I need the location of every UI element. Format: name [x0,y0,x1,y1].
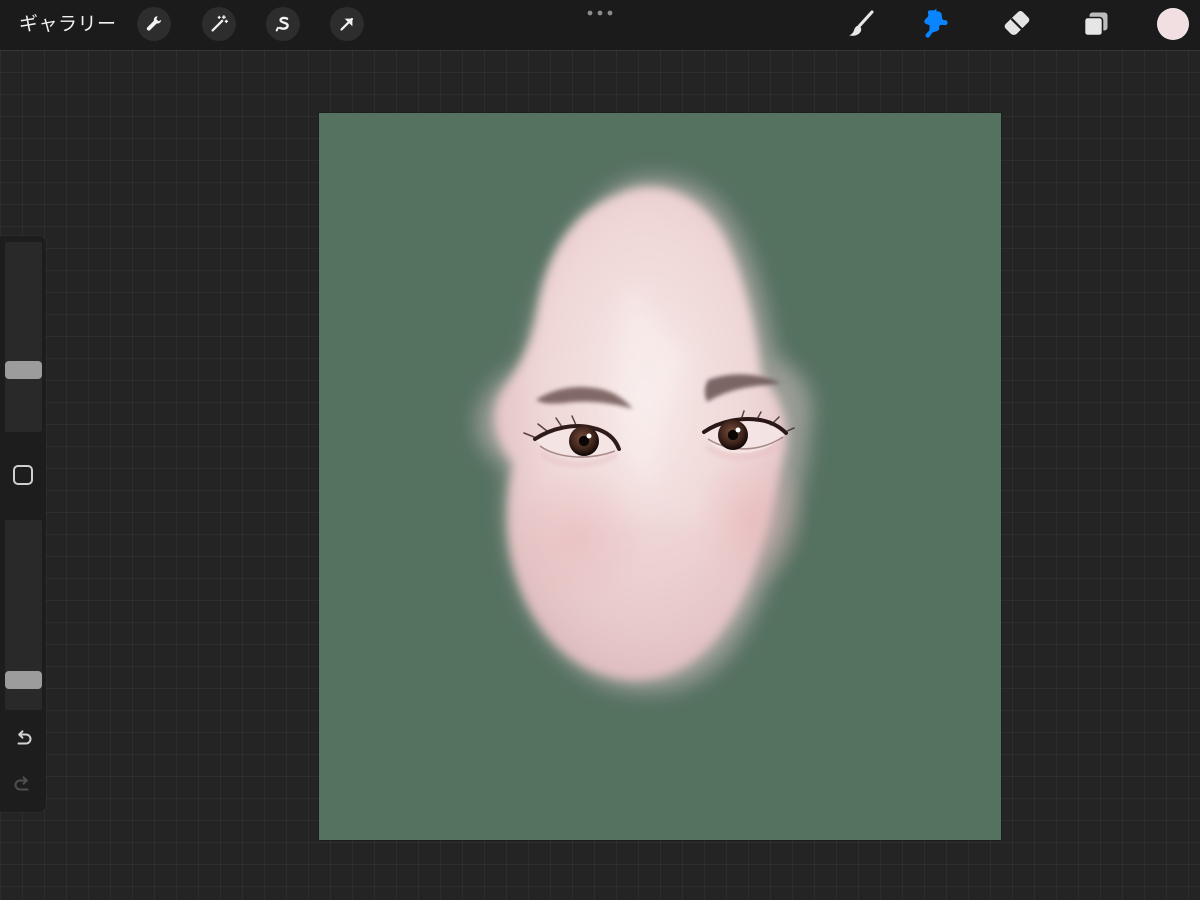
redo-icon[interactable] [11,772,35,796]
face-painting [476,176,813,692]
selection-s-icon [275,16,289,32]
more-dots-icon[interactable] [586,9,616,17]
modifier-button[interactable] [13,465,33,485]
layers-button[interactable] [1079,7,1113,41]
transform-arrow-icon [340,17,354,31]
eraser-icon [1004,10,1030,35]
sidebar [0,236,46,812]
drawing-canvas[interactable] [319,113,1001,840]
smudge-icon [924,8,948,38]
gallery-button[interactable]: ギャラリー [19,12,117,36]
top-toolbar: ギャラリー [0,0,1200,50]
brush-icon [849,10,874,36]
adjustments-button[interactable] [202,7,236,41]
smudge-tool-button[interactable] [919,7,953,41]
color-swatch[interactable] [1157,8,1189,40]
brush-size-slider-thumb[interactable] [5,360,42,379]
brush-size-slider[interactable] [5,242,42,432]
magic-wand-icon [211,15,229,32]
wrench-icon [146,16,162,31]
procreate-workspace: ギャラリー [0,0,1200,900]
wrench-button[interactable] [137,7,171,41]
eraser-tool-button[interactable] [1000,7,1034,41]
brush-tool-button[interactable] [844,7,878,41]
undo-icon[interactable] [11,726,35,750]
layers-icon [1083,12,1108,37]
transform-button[interactable] [330,7,364,41]
opacity-slider-thumb[interactable] [5,671,42,690]
selection-button[interactable] [266,7,300,41]
